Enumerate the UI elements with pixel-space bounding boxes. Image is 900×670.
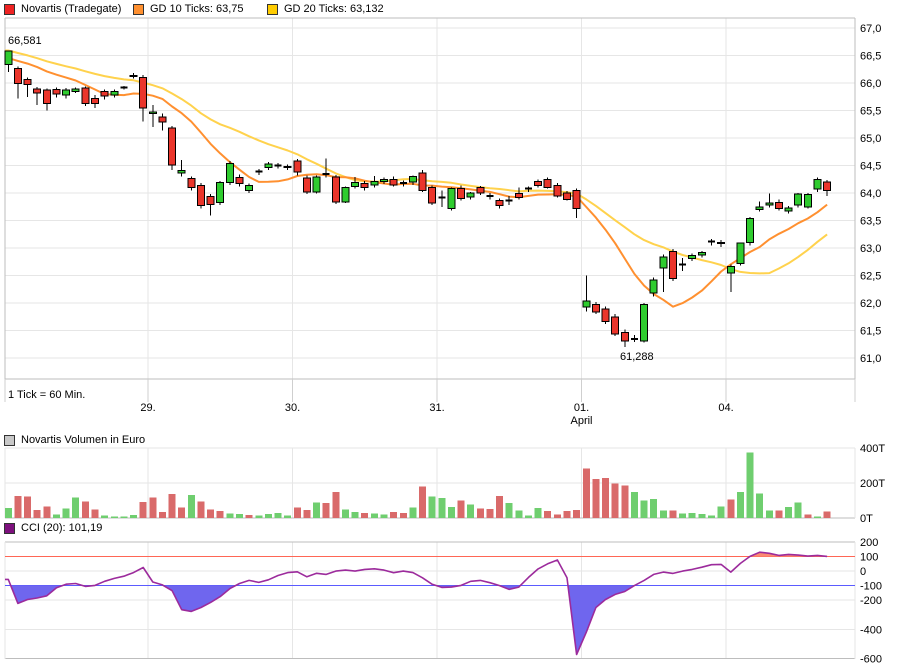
gd10-swatch xyxy=(133,4,144,15)
cci-line xyxy=(5,552,827,654)
svg-text:April: April xyxy=(570,415,592,427)
price-y-axis-labels: 67,0 66,5 66,0 65,5 65,0 64,5 64,0 63,5 63,0 62,5… xyxy=(860,23,881,365)
svg-text:-200: -200 xyxy=(860,595,882,607)
cci-negative-fill xyxy=(568,586,634,655)
cci-negative-fill xyxy=(11,586,62,604)
gd10-legend-label: GD 10 Ticks: 63,75 xyxy=(150,3,244,15)
cci-legend: CCI (20): 101,19 xyxy=(4,521,102,535)
high-annotation: 66,581 xyxy=(8,35,42,47)
svg-text:31.: 31. xyxy=(429,402,444,414)
svg-text:64,5: 64,5 xyxy=(860,161,881,173)
volume-pane: 400T 200T 0T xyxy=(5,443,886,525)
novartis-legend-label: Novartis (Tradegate) xyxy=(21,3,121,15)
svg-text:0T: 0T xyxy=(860,513,873,525)
price-pane: 67,0 66,5 66,0 65,5 65,0 64,5 64,0 63,5 63,0 62,5… xyxy=(5,18,882,379)
svg-text:04.: 04. xyxy=(718,402,733,414)
svg-text:65,5: 65,5 xyxy=(860,106,881,118)
svg-text:63,0: 63,0 xyxy=(860,243,881,255)
svg-text:29.: 29. xyxy=(140,402,155,414)
svg-text:01.: 01. xyxy=(574,402,589,414)
svg-text:400T: 400T xyxy=(860,443,885,455)
legend-item-novartis: Novartis (Tradegate) xyxy=(4,3,121,15)
tick-footnote: 1 Tick = 60 Min. xyxy=(8,389,85,401)
volume-bars xyxy=(5,452,831,518)
cci-legend-label: CCI (20): 101,19 xyxy=(21,522,102,534)
novartis-swatch xyxy=(4,4,15,15)
volume-legend: Novartis Volumen in Euro xyxy=(4,433,145,447)
svg-text:-400: -400 xyxy=(860,624,882,636)
svg-text:-100: -100 xyxy=(860,581,882,593)
svg-text:0: 0 xyxy=(860,566,866,578)
cci-y-axis-labels: 200 100 0 -100 -200 -400 -600 xyxy=(860,537,882,665)
chart-canvas: 67,0 66,5 66,0 65,5 65,0 64,5 64,0 63,5 63,0 62,5… xyxy=(0,0,900,670)
svg-text:66,0: 66,0 xyxy=(860,78,881,90)
gd20-line xyxy=(5,51,827,274)
low-annotation: 61,288 xyxy=(620,351,654,363)
volume-legend-label: Novartis Volumen in Euro xyxy=(21,434,145,446)
cci-swatch xyxy=(4,523,15,534)
volume-y-axis-labels: 400T 200T 0T xyxy=(860,443,885,525)
legend-item-gd20: GD 20 Ticks: 63,132 xyxy=(267,3,384,15)
gd20-swatch xyxy=(267,4,278,15)
svg-text:61,5: 61,5 xyxy=(860,326,881,338)
svg-text:-600: -600 xyxy=(860,653,882,665)
svg-text:66,5: 66,5 xyxy=(860,51,881,63)
volume-swatch xyxy=(4,435,15,446)
svg-text:30.: 30. xyxy=(285,402,300,414)
svg-text:200: 200 xyxy=(860,537,878,549)
date-axis: 29. 30. 31. 01. 04. April 1 Tick = 60 Min. xyxy=(5,379,855,427)
svg-text:67,0: 67,0 xyxy=(860,23,881,35)
chart-window: 67,0 66,5 66,0 65,5 65,0 64,5 64,0 63,5 63,0 62,5… xyxy=(0,0,900,670)
cci-pane: 200 100 0 -100 -200 -400 -600 xyxy=(5,537,882,665)
svg-text:200T: 200T xyxy=(860,478,885,490)
svg-text:61,0: 61,0 xyxy=(860,353,881,365)
legend-item-gd10: GD 10 Ticks: 63,75 xyxy=(133,3,244,15)
gd20-legend-label: GD 20 Ticks: 63,132 xyxy=(284,3,384,15)
svg-text:100: 100 xyxy=(860,552,878,564)
svg-text:65,0: 65,0 xyxy=(860,133,881,145)
svg-text:63,5: 63,5 xyxy=(860,216,881,228)
svg-text:62,5: 62,5 xyxy=(860,271,881,283)
svg-text:64,0: 64,0 xyxy=(860,188,881,200)
svg-text:62,0: 62,0 xyxy=(860,298,881,310)
